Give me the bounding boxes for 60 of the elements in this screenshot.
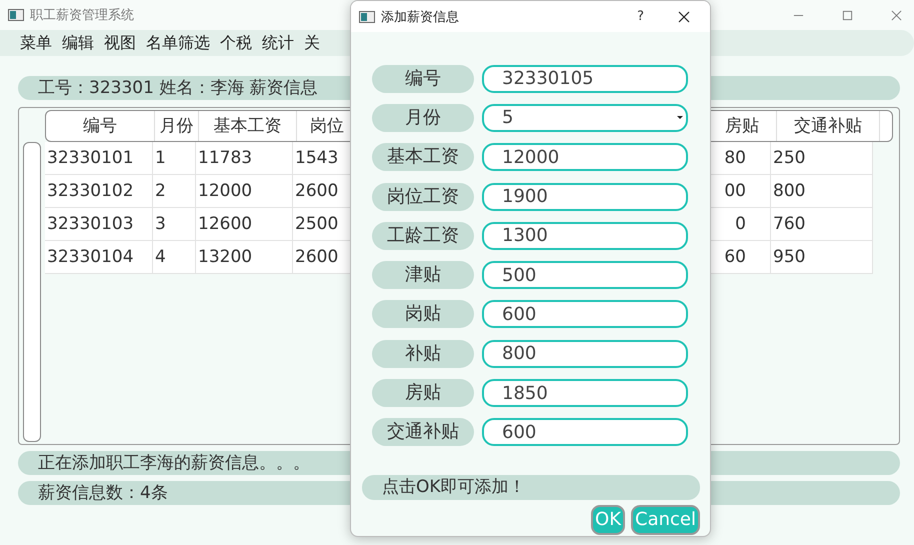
column-header[interactable]: 基本工资 (199, 111, 297, 141)
field-label: 交通补贴 (372, 418, 474, 446)
input-field[interactable]: 600 (482, 418, 688, 446)
input-field[interactable]: 600 (482, 300, 688, 328)
menu-item[interactable]: 名单筛选 (146, 32, 210, 54)
input-field[interactable]: 12000 (482, 143, 688, 172)
field-label: 津贴 (372, 261, 474, 290)
dropdown-arrow-icon (676, 115, 684, 120)
dialog-title: 添加薪资信息 (381, 8, 459, 26)
table-cell: 32330103 (45, 208, 153, 241)
menu-item[interactable]: 编辑 (62, 32, 94, 54)
menu-item[interactable]: 菜单 (20, 32, 52, 54)
table-cell: 2600 (293, 175, 353, 208)
table-cell: 2600 (293, 241, 353, 274)
column-header[interactable]: 交通补贴 (777, 111, 880, 141)
field-label: 岗位工资 (372, 182, 474, 211)
table-cell: 32330102 (45, 175, 153, 208)
input-field[interactable]: 500 (482, 261, 688, 290)
input-field[interactable]: 1900 (482, 182, 688, 211)
month-dropdown[interactable]: 5 (482, 104, 688, 132)
app-icon (8, 9, 24, 21)
table-cell: 1543 (293, 142, 353, 175)
maximize-icon[interactable] (842, 10, 853, 20)
table-cell: 12000 (196, 175, 293, 208)
field-label: 房贴 (372, 379, 474, 408)
menu-item[interactable]: 关 (304, 32, 320, 54)
column-header[interactable]: 编号 (46, 111, 155, 141)
table-cell: 760 (771, 208, 873, 241)
table-cell: 13200 (196, 241, 293, 274)
close-icon[interactable] (678, 10, 690, 22)
field-label: 工龄工资 (372, 222, 474, 250)
table-cell: 4 (153, 241, 196, 274)
table-cell: 3 (153, 208, 196, 241)
table-cell: 250 (771, 142, 873, 175)
table-cell: 32330101 (45, 142, 153, 175)
table-cell: 12600 (196, 208, 293, 241)
field-label: 补贴 (372, 340, 474, 368)
table-cell: 2500 (293, 208, 353, 241)
field-label: 编号 (372, 64, 474, 93)
menu-item[interactable]: 视图 (104, 32, 136, 54)
table-cell: 32330104 (45, 241, 153, 274)
field-label: 月份 (372, 104, 474, 132)
column-header[interactable]: 月份 (155, 111, 199, 141)
input-field[interactable]: 1300 (482, 222, 688, 250)
input-field[interactable]: 1850 (482, 379, 688, 408)
table-cell: 800 (771, 175, 873, 208)
table-cell: 950 (771, 241, 873, 274)
field-label: 岗贴 (372, 300, 474, 328)
field-label: 基本工资 (372, 143, 474, 172)
window-title: 职工薪资管理系统 (30, 7, 134, 24)
input-field[interactable]: 32330105 (482, 64, 688, 93)
input-field[interactable]: 800 (482, 340, 688, 368)
table-cell: 11783 (196, 142, 293, 175)
hint-label: 点击OK即可添加！ (362, 474, 700, 500)
app-icon (359, 10, 375, 22)
menu-item[interactable]: 统计 (262, 32, 294, 54)
table-cell: 2 (153, 175, 196, 208)
table-cell: 1 (153, 142, 196, 175)
menu-item[interactable]: 个税 (220, 32, 252, 54)
help-button[interactable]: ? (637, 9, 644, 24)
